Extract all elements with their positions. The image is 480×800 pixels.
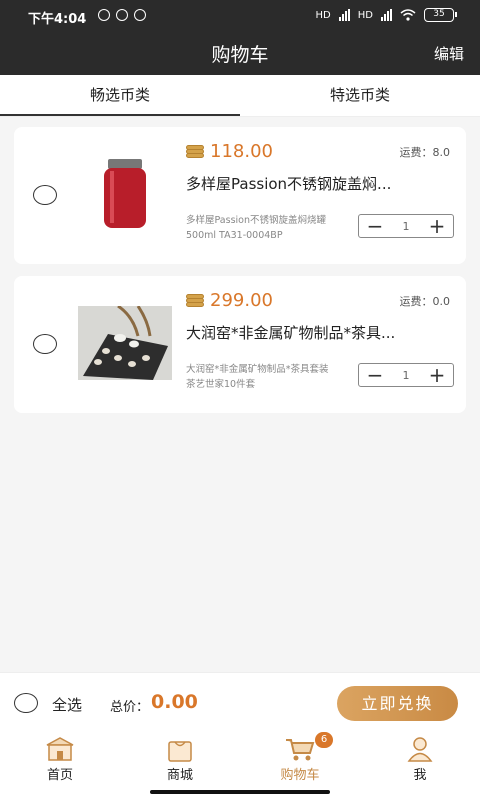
nav-bar: 购物车 编辑 [0, 32, 480, 75]
status-bar: 下午4:04 HD HD 35 [0, 0, 480, 32]
item-price: 118.00 [210, 141, 273, 162]
plus-button[interactable]: + [421, 365, 453, 385]
net-label-2: HD [357, 9, 373, 21]
item-price: 299.00 [210, 290, 273, 311]
category-tabs: 畅选币类 特选币类 [0, 75, 480, 117]
item-desc: 多样屋Passion不锈钢旋盖焖烧罐500ml TA31-0004BP [186, 215, 326, 241]
tab-me-label: 我 [413, 768, 427, 783]
status-time: 下午4:04 [28, 12, 87, 27]
shopping-bag-icon [168, 741, 192, 762]
cart-item: 118.00 运费：8.0 多样屋Passion不锈钢旋盖焖... 多样屋Pas… [14, 127, 466, 264]
tab-home[interactable]: 首页 [0, 730, 120, 785]
minus-button[interactable]: − [359, 216, 391, 236]
tab-me[interactable]: 我 [360, 730, 480, 785]
cart-badge: 6 [315, 732, 333, 748]
alarm-icon [98, 9, 110, 21]
wifi-icon [400, 9, 416, 21]
item-name[interactable]: 大润窑*非金属矿物制品*茶具... [186, 322, 438, 343]
tab-home-label: 首页 [46, 768, 73, 783]
cart-item: 299.00 运费：0.0 大润窑*非金属矿物制品*茶具... 大润窑*非金属矿… [14, 276, 466, 413]
select-all-radio[interactable] [14, 693, 38, 713]
minus-button[interactable]: − [359, 365, 391, 385]
tab-cart-label: 购物车 [280, 768, 320, 783]
select-all-label[interactable]: 全选 [52, 694, 82, 715]
shipping-fee: 运费：0.0 [399, 295, 451, 308]
notification-icon [116, 9, 128, 21]
item-select-radio[interactable] [33, 334, 57, 354]
product-image-thermos [78, 157, 172, 231]
total-price: 0.00 [151, 691, 198, 713]
cart-icon [286, 739, 315, 761]
coin-icon [186, 144, 204, 159]
signal-icon [338, 9, 350, 21]
product-image-tea-set [78, 306, 172, 380]
home-icon [46, 737, 74, 761]
battery-icon: 35 [424, 8, 457, 22]
tab-texuan[interactable]: 特选币类 [240, 75, 480, 116]
edit-button[interactable]: 编辑 [434, 43, 464, 64]
item-name[interactable]: 多样屋Passion不锈钢旋盖焖... [186, 173, 438, 194]
redeem-button[interactable]: 立即兑换 [337, 686, 458, 721]
tab-changxuan[interactable]: 畅选币类 [0, 75, 240, 116]
quantity-value[interactable]: 1 [391, 220, 421, 233]
user-icon [407, 737, 433, 762]
shipping-fee: 运费：8.0 [399, 146, 451, 159]
checkout-bar: 全选 总价： 0.00 立即兑换 [0, 672, 480, 730]
tab-mall-label: 商城 [166, 768, 193, 783]
bottom-tab-bar: 首页 商城 6 购物车 我 [0, 730, 480, 785]
notification-icon-2 [134, 9, 146, 21]
page-title: 购物车 [211, 44, 269, 66]
item-select-radio[interactable] [33, 185, 57, 205]
tab-cart[interactable]: 6 购物车 [240, 730, 360, 785]
plus-button[interactable]: + [421, 216, 453, 236]
cart-list: 118.00 运费：8.0 多样屋Passion不锈钢旋盖焖... 多样屋Pas… [0, 127, 480, 425]
quantity-value[interactable]: 1 [391, 369, 421, 382]
tab-mall[interactable]: 商城 [120, 730, 240, 785]
coin-icon [186, 293, 204, 308]
quantity-stepper: − 1 + [358, 214, 454, 238]
quantity-stepper: − 1 + [358, 363, 454, 387]
home-indicator [0, 785, 480, 800]
net-label-1: HD [315, 9, 331, 21]
signal-icon-2 [381, 9, 392, 21]
total-label: 总价： [110, 700, 150, 715]
item-desc: 大润窑*非金属矿物制品*茶具套装茶艺世家10件套 [186, 364, 329, 390]
